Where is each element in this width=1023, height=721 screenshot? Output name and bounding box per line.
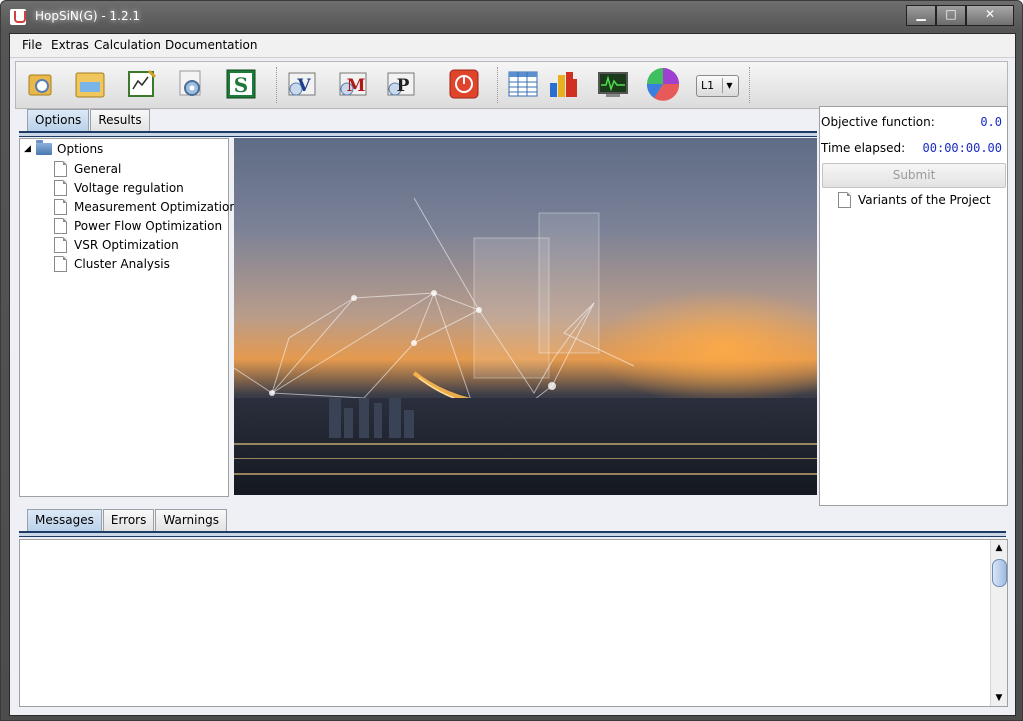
document-icon [838, 192, 851, 208]
layer-select-value: L1 [701, 79, 715, 92]
submit-button[interactable]: Submit [822, 163, 1006, 188]
tree-item-cluster-analysis[interactable]: Cluster Analysis [54, 256, 170, 272]
top-tab-underline [19, 131, 817, 137]
monitor-signal-icon[interactable] [596, 67, 630, 101]
expand-icon[interactable]: ◢ [24, 144, 34, 154]
vertical-scrollbar[interactable]: ▲ ▼ [990, 540, 1007, 706]
open-folder-icon[interactable] [24, 67, 58, 101]
tree-item-label: Voltage regulation [74, 181, 184, 195]
tree-item-measurement-optimization[interactable]: Measurement Optimization [54, 199, 237, 215]
scroll-up-icon[interactable]: ▲ [991, 540, 1007, 556]
java-app-icon [10, 9, 26, 25]
objective-function-value: 0.0 [980, 115, 1002, 129]
scroll-down-icon[interactable]: ▼ [991, 690, 1007, 706]
tree-item-label: Power Flow Optimization [74, 219, 223, 233]
pie-chart-icon[interactable] [646, 67, 680, 101]
time-elapsed-label: Time elapsed: [821, 141, 906, 155]
edit-chart-icon[interactable] [125, 67, 159, 101]
s-solver-icon[interactable]: S [224, 67, 258, 101]
tree-item-voltage-regulation[interactable]: Voltage regulation [54, 180, 184, 196]
p-glyph: P [397, 76, 410, 96]
maximize-button[interactable]: □ [936, 5, 966, 26]
tab-results[interactable]: Results [90, 109, 150, 131]
document-icon [54, 237, 67, 253]
document-icon [54, 180, 67, 196]
client-area: File Extras Calculation Documentation S [9, 33, 1016, 716]
tree-root-options[interactable]: ◢ Options [24, 140, 104, 156]
tree-item-vsr-optimization[interactable]: VSR Optimization [54, 237, 179, 253]
project-folder-icon[interactable] [73, 67, 107, 101]
options-tree: ◢ Options General Voltage regulation Mea… [19, 138, 237, 497]
chevron-down-icon[interactable]: ▼ [722, 78, 736, 93]
bar-chart-icon[interactable] [546, 67, 580, 101]
m-optimization-icon[interactable]: M [337, 67, 371, 101]
app-window: HopSiN(G) - 1.2.1 ▁ □ ✕ File Extras Calc… [0, 0, 1023, 721]
tree-item-label: Cluster Analysis [74, 257, 170, 271]
p-optimization-icon[interactable]: P [385, 67, 419, 101]
settings-gear-icon[interactable] [174, 67, 208, 101]
close-button[interactable]: ✕ [966, 5, 1014, 26]
tree-item-label: General [74, 162, 122, 176]
s-solver-glyph: S [234, 73, 248, 97]
tab-errors[interactable]: Errors [102, 509, 155, 531]
title-bar[interactable]: HopSiN(G) - 1.2.1 ▁ □ ✕ [1, 1, 1022, 33]
table-icon[interactable] [506, 67, 540, 101]
menu-file[interactable]: File [22, 38, 42, 52]
power-stop-icon[interactable] [447, 67, 481, 101]
document-icon [54, 256, 67, 272]
layer-select[interactable]: L1 ▼ [696, 75, 739, 97]
scroll-thumb[interactable] [992, 559, 1007, 587]
top-tab-strip: Options Results [27, 109, 151, 131]
toolbar-separator [276, 67, 279, 103]
window-title: HopSiN(G) - 1.2.1 [35, 9, 141, 23]
bottom-tab-strip: Messages Errors Warnings [27, 509, 228, 531]
tree-item-general[interactable]: General [54, 161, 121, 177]
tab-options[interactable]: Options [27, 109, 90, 131]
time-elapsed-value: 00:00:00.00 [922, 141, 1002, 155]
document-icon [54, 199, 67, 215]
v-optimization-icon[interactable]: V [286, 67, 320, 101]
toolbar-separator [497, 67, 500, 103]
toolbar: S V M P L1 ▼ [15, 61, 1008, 109]
minimize-button[interactable]: ▁ [906, 5, 936, 26]
city-skyline [234, 388, 817, 495]
folder-icon [36, 140, 52, 155]
tree-item-label: VSR Optimization [74, 238, 179, 252]
tree-item-power-flow-optimization[interactable]: Power Flow Optimization [54, 218, 222, 234]
window-controls: ▁ □ ✕ [906, 5, 1014, 26]
messages-panel[interactable]: ▲ ▼ [19, 539, 1008, 707]
document-icon [54, 161, 67, 177]
objective-panel: Objective function: 0.0 Time elapsed: 00… [819, 106, 1008, 506]
tab-warnings[interactable]: Warnings [155, 509, 227, 531]
menu-documentation[interactable]: Documentation [165, 38, 258, 52]
tree-root-label: Options [57, 142, 104, 156]
menu-bar: File Extras Calculation Documentation [10, 34, 1015, 58]
bottom-tab-underline [19, 531, 1006, 537]
v-glyph: V [296, 76, 311, 96]
menu-extras[interactable]: Extras [51, 38, 89, 52]
document-icon [54, 218, 67, 234]
variants-label: Variants of the Project [858, 193, 991, 207]
objective-function-label: Objective function: [821, 115, 935, 129]
menu-calculation[interactable]: Calculation [94, 38, 161, 52]
variants-of-project-item[interactable]: Variants of the Project [838, 192, 991, 208]
tab-messages[interactable]: Messages [27, 509, 102, 531]
m-glyph: M [347, 76, 366, 96]
tree-item-label: Measurement Optimization [74, 200, 237, 214]
toolbar-separator [749, 67, 752, 103]
city-network-banner-image [234, 138, 817, 495]
